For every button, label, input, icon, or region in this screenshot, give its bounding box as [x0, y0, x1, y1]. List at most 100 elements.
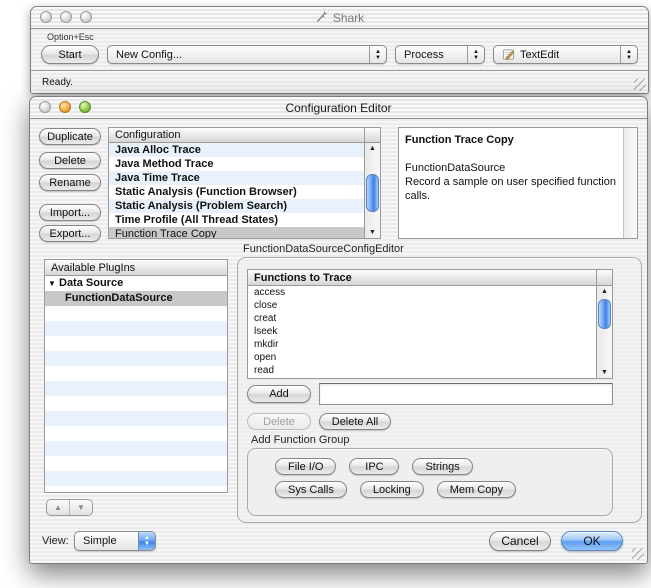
- plugins-empty-rows: [45, 306, 227, 492]
- zoom-button[interactable]: [79, 101, 91, 113]
- rename-button[interactable]: Rename: [39, 174, 101, 191]
- reorder-control: ▲ ▼: [46, 499, 93, 516]
- delete-function-button[interactable]: Delete: [247, 413, 311, 430]
- chevron-updown-icon: ▲▼: [467, 46, 484, 63]
- config-row[interactable]: Java Alloc Trace: [109, 143, 364, 157]
- shark-title-text: Shark: [333, 11, 364, 25]
- config-popup-value: New Config...: [116, 49, 182, 61]
- delete-config-button[interactable]: Delete: [39, 152, 101, 169]
- config-row[interactable]: Static Analysis (Problem Search): [109, 199, 364, 213]
- export-label: Export...: [50, 228, 91, 240]
- start-shortcut-hint: Option+Esc: [47, 32, 94, 42]
- config-row[interactable]: Static Analysis (Function Browser): [109, 185, 364, 199]
- plugin-group-label: Data Source: [59, 276, 123, 291]
- zoom-button[interactable]: [80, 11, 92, 23]
- delete-all-button[interactable]: Delete All: [319, 413, 391, 430]
- minimize-button[interactable]: [59, 101, 71, 113]
- config-row[interactable]: Java Method Trace: [109, 157, 364, 171]
- group-mem-copy-button[interactable]: Mem Copy: [437, 481, 516, 498]
- close-button[interactable]: [39, 101, 51, 113]
- chevron-updown-icon: ▲▼: [620, 46, 637, 63]
- editor-titlebar[interactable]: Configuration Editor: [30, 97, 647, 119]
- functions-list-header[interactable]: Functions to Trace: [248, 270, 612, 286]
- move-down-button[interactable]: ▼: [69, 500, 92, 515]
- target-popup[interactable]: TextEdit ▲▼: [493, 45, 638, 64]
- status-text: Ready.: [31, 77, 73, 88]
- ok-button[interactable]: OK: [561, 531, 623, 551]
- function-row[interactable]: access: [248, 286, 596, 299]
- add-function-button[interactable]: Add: [247, 385, 311, 403]
- textedit-app-icon: [502, 48, 515, 61]
- duplicate-button[interactable]: Duplicate: [39, 128, 101, 145]
- function-row[interactable]: close: [248, 299, 596, 312]
- header-stub: [596, 270, 612, 285]
- function-row[interactable]: mkdir: [248, 338, 596, 351]
- move-up-button[interactable]: ▲: [47, 500, 69, 515]
- shark-window-controls: [40, 11, 92, 23]
- plugin-item-row-selected[interactable]: FunctionDataSource: [45, 291, 227, 306]
- function-row[interactable]: creat: [248, 312, 596, 325]
- editor-title-text: Configuration Editor: [285, 101, 391, 115]
- shark-dart-icon: [315, 11, 328, 24]
- scroll-thumb[interactable]: [366, 174, 379, 212]
- functions-list: Functions to Trace access close creat ls…: [247, 269, 613, 379]
- group-ipc-button[interactable]: IPC: [349, 458, 399, 475]
- function-row[interactable]: open: [248, 351, 596, 364]
- group-file-io-button[interactable]: File I/O: [275, 458, 336, 475]
- plugin-group-row[interactable]: ▼ Data Source: [45, 276, 227, 291]
- import-button[interactable]: Import...: [39, 204, 101, 221]
- scroll-thumb[interactable]: [598, 299, 611, 329]
- resize-grip[interactable]: [634, 79, 646, 91]
- add-function-input[interactable]: [319, 383, 613, 405]
- function-row[interactable]: read: [248, 364, 596, 377]
- process-popup[interactable]: Process ▲▼: [395, 45, 485, 64]
- cancel-button[interactable]: Cancel: [489, 531, 551, 551]
- config-info-panel: Function Trace Copy FunctionDataSource R…: [398, 127, 638, 239]
- ipc-label: IPC: [365, 461, 383, 473]
- ok-label: OK: [583, 534, 600, 548]
- scroll-down-icon[interactable]: ▼: [365, 227, 380, 238]
- minimize-button[interactable]: [60, 11, 72, 23]
- group-sys-calls-button[interactable]: Sys Calls: [275, 481, 347, 498]
- chevron-updown-icon: ▲▼: [369, 46, 386, 63]
- delete-all-label: Delete All: [332, 416, 378, 428]
- start-button[interactable]: Start: [41, 45, 99, 64]
- scroll-up-icon[interactable]: ▲: [597, 286, 612, 297]
- sys-calls-label: Sys Calls: [288, 484, 334, 496]
- functions-header-label: Functions to Trace: [248, 272, 596, 284]
- group-strings-button[interactable]: Strings: [412, 458, 472, 475]
- info-title: Function Trace Copy: [405, 133, 617, 147]
- plugins-header-label: Available PlugIns: [45, 262, 227, 274]
- file-io-label: File I/O: [288, 461, 323, 473]
- configuration-editor-window: Configuration Editor Duplicate Delete Re…: [29, 96, 648, 564]
- shark-titlebar[interactable]: Shark: [31, 7, 648, 29]
- function-row[interactable]: lseek: [248, 325, 596, 338]
- view-popup-value: Simple: [83, 535, 117, 547]
- config-row-selected[interactable]: Function Trace Copy: [109, 227, 364, 239]
- configuration-list: Configuration Java Alloc Trace Java Meth…: [108, 127, 381, 239]
- target-popup-value: TextEdit: [520, 49, 559, 61]
- add-button-label: Add: [269, 388, 289, 400]
- rename-label: Rename: [49, 177, 91, 189]
- view-label: View:: [42, 535, 69, 547]
- config-list-scrollbar[interactable]: ▲ ▼: [364, 143, 380, 238]
- scroll-down-icon[interactable]: ▼: [597, 367, 612, 378]
- info-scrollbar-track[interactable]: [623, 128, 637, 238]
- config-row[interactable]: Java Time Trace: [109, 171, 364, 185]
- disclosure-triangle-icon[interactable]: ▼: [45, 276, 59, 291]
- config-popup[interactable]: New Config... ▲▼: [107, 45, 387, 64]
- strings-label: Strings: [425, 461, 459, 473]
- config-row[interactable]: Time Profile (All Thread States): [109, 213, 364, 227]
- plugins-list-header[interactable]: Available PlugIns: [45, 260, 227, 276]
- view-popup[interactable]: Simple ▲▼: [74, 531, 156, 551]
- functions-scrollbar[interactable]: ▲ ▼: [596, 286, 612, 378]
- shark-window: Shark Option+Esc Start New Config... ▲▼ …: [30, 6, 649, 94]
- configuration-list-header[interactable]: Configuration: [109, 128, 380, 143]
- scroll-up-icon[interactable]: ▲: [365, 143, 380, 154]
- delete-function-label: Delete: [263, 416, 295, 428]
- close-button[interactable]: [40, 11, 52, 23]
- plugin-item-label: FunctionDataSource: [65, 291, 173, 306]
- resize-grip[interactable]: [632, 548, 644, 560]
- group-locking-button[interactable]: Locking: [360, 481, 424, 498]
- export-button[interactable]: Export...: [39, 225, 101, 242]
